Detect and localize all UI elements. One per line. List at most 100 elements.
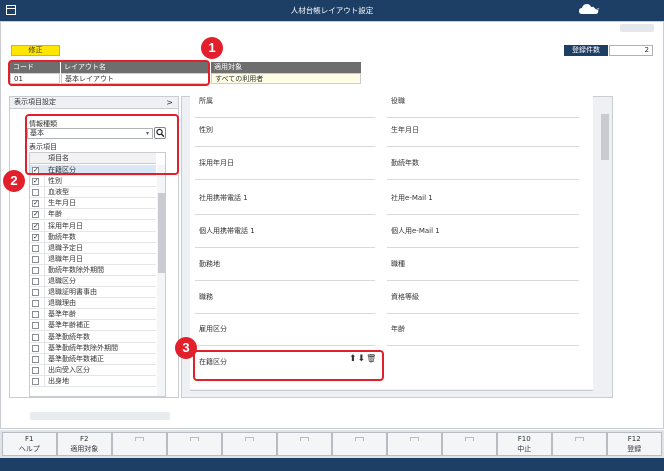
item-checkbox[interactable] (32, 289, 39, 297)
row-divider (44, 242, 45, 253)
layout-field[interactable]: 勤務地 (199, 259, 220, 269)
list-item[interactable]: 勤続年数 (30, 231, 156, 243)
layout-field[interactable]: 個人用携帯電話 1 (199, 226, 255, 236)
row-divider (44, 220, 45, 231)
item-checkbox[interactable] (32, 322, 39, 330)
item-label: 年齢 (48, 210, 62, 219)
list-item[interactable]: 退職年月日 (30, 253, 156, 265)
field-underline (387, 313, 579, 314)
list-item[interactable]: 採用年月日 (30, 220, 156, 232)
disabled-key-mark (574, 437, 584, 441)
item-checkbox[interactable] (32, 300, 39, 308)
layout-field[interactable]: 資格等級 (391, 292, 419, 302)
row-divider (44, 187, 45, 198)
layout-field[interactable]: 社用携帯電話 1 (199, 193, 248, 203)
list-item[interactable]: 退職証明書事由 (30, 287, 156, 299)
callout-2-box (25, 114, 179, 175)
item-checkbox[interactable] (32, 189, 39, 197)
list-item[interactable]: 基準勤続年数補正 (30, 353, 156, 365)
item-checkbox[interactable] (32, 198, 39, 208)
item-label: 血液型 (48, 188, 69, 197)
list-item[interactable]: 退職予定日 (30, 242, 156, 254)
list-item[interactable]: 出向受入区分 (30, 364, 156, 376)
item-checkbox[interactable] (32, 366, 39, 374)
item-label: 退職予定日 (48, 243, 83, 252)
list-item[interactable]: 退職理由 (30, 298, 156, 310)
field-underline (195, 345, 375, 346)
item-checkbox[interactable] (32, 209, 39, 219)
item-checkbox[interactable] (32, 221, 39, 231)
layout-field[interactable]: 採用年月日 (199, 158, 234, 168)
layout-field[interactable]: 個人用e-Mail 1 (391, 226, 440, 236)
item-checkbox[interactable] (32, 266, 39, 274)
layout-field[interactable]: 生年月日 (391, 125, 419, 135)
list-item[interactable]: 年齢 (30, 209, 156, 221)
item-label: 出向受入区分 (48, 365, 90, 374)
layout-field[interactable]: 職務 (199, 292, 213, 302)
row-divider (44, 298, 45, 309)
item-checkbox[interactable] (32, 355, 39, 363)
item-checkbox[interactable] (32, 311, 39, 319)
list-item[interactable]: 血液型 (30, 187, 156, 199)
field-underline (195, 280, 375, 281)
row-divider (44, 364, 45, 375)
item-checkbox[interactable] (32, 244, 39, 252)
list-item[interactable]: 出身地 (30, 375, 156, 387)
function-key-1[interactable]: F1 ヘルプ (2, 432, 57, 456)
layout-field[interactable]: 職種 (391, 259, 405, 269)
item-checkbox[interactable] (32, 176, 39, 186)
row-divider (44, 198, 45, 209)
item-label: 退職区分 (48, 277, 76, 285)
layout-field[interactable]: 役職 (391, 96, 405, 106)
canvas-scroll-thumb[interactable] (601, 114, 609, 160)
field-underline (387, 146, 579, 147)
layout-field[interactable]: 所属 (199, 96, 213, 106)
function-key-label: ヘルプ (18, 445, 40, 453)
list-item[interactable]: 勤続年数除外期間 (30, 264, 156, 276)
disabled-key-mark (464, 437, 474, 441)
layout-field[interactable]: 性別 (199, 125, 213, 135)
item-checkbox[interactable] (32, 255, 39, 263)
item-checkbox[interactable] (32, 232, 39, 242)
item-label: 勤続年数 (48, 232, 76, 241)
item-checkbox[interactable] (32, 333, 39, 341)
list-item[interactable]: 基準勤続年数 (30, 331, 156, 343)
function-key-10[interactable]: F10 中止 (497, 432, 552, 456)
item-checkbox[interactable] (32, 377, 39, 385)
callout-3-box (193, 350, 384, 381)
item-label: 退職年月日 (48, 254, 83, 263)
layout-field[interactable]: 勤続年数 (391, 158, 419, 168)
function-key-9 (442, 432, 497, 456)
item-checkbox[interactable] (32, 344, 39, 352)
list-item[interactable]: 退職区分 (30, 276, 156, 287)
display-settings-title: 表示項目設定 (14, 98, 56, 106)
list-item[interactable]: 基準勤続年数除外期間 (30, 342, 156, 354)
item-checkbox[interactable] (32, 278, 39, 285)
item-label: 生年月日 (48, 199, 76, 208)
chevron-right-icon[interactable]: > (166, 97, 173, 108)
item-label: 出身地 (48, 376, 69, 385)
list-item[interactable]: 性別 (30, 176, 156, 188)
layout-field[interactable]: 雇用区分 (199, 324, 227, 334)
function-key-label: 登録 (627, 445, 642, 453)
list-item[interactable]: 基準年齢 (30, 309, 156, 321)
field-underline (387, 247, 579, 248)
list-item[interactable]: 基準年齢補正 (30, 320, 156, 332)
count-value: 2 (609, 45, 653, 56)
list-scroll-thumb[interactable] (158, 193, 165, 273)
function-key-2[interactable]: F2 適用対象 (57, 432, 112, 456)
layout-field[interactable]: 年齢 (391, 324, 405, 334)
layout-field[interactable]: 社用e-Mail 1 (391, 193, 433, 203)
row-divider (44, 331, 45, 342)
function-key-3 (112, 432, 167, 456)
list-scrollbar[interactable] (157, 165, 165, 396)
display-settings-header[interactable]: 表示項目設定 > (9, 96, 179, 109)
bottom-strip (0, 458, 664, 471)
row-divider (44, 309, 45, 320)
list-item[interactable]: 生年月日 (30, 198, 156, 210)
function-key-5 (222, 432, 277, 456)
function-key-code: F1 (25, 435, 34, 443)
function-key-12[interactable]: F12 登録 (607, 432, 662, 456)
item-label: 勤続年数除外期間 (48, 265, 104, 274)
field-underline (195, 146, 375, 147)
